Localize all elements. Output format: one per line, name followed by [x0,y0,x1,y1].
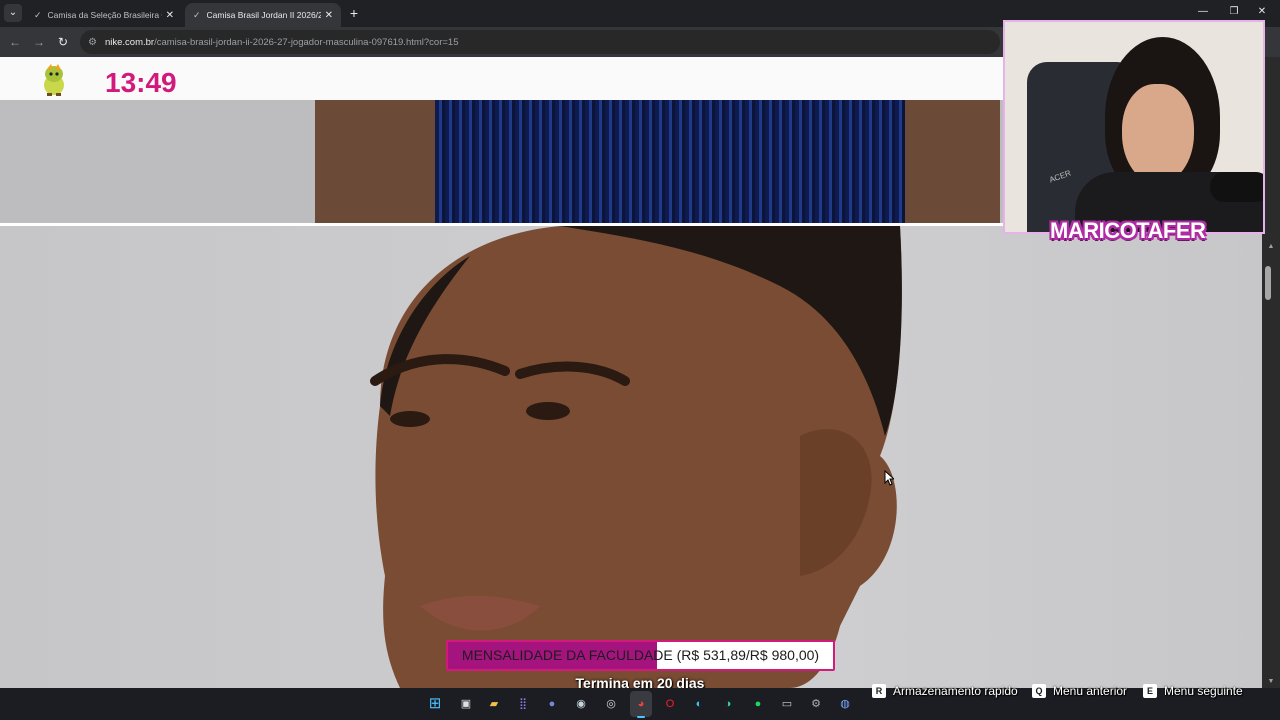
tab-2[interactable]: ✓ Camisa Brasil Jordan II 2026/27 ✕ [185,3,341,27]
apps-grid-icon[interactable]: ⣿ [513,694,533,714]
copilot-icon[interactable]: ◑ [718,694,738,714]
donation-goal-bar: MENSALIDADE DA FACULDADE (R$ 531,89/R$ 9… [446,640,835,671]
mascot-icon [44,64,64,96]
hotkey-label: Menu seguinte [1164,684,1243,698]
hotkey-label: Menu anterior [1053,684,1128,698]
task-view-icon[interactable]: ▣ [456,694,476,714]
tab-title: Camisa Brasil Jordan II 2026/27 [206,10,321,20]
settings-icon[interactable]: ⚙ [806,694,826,714]
new-tab-button[interactable]: + [346,5,362,21]
file-explorer-icon[interactable]: ▰ [484,694,504,714]
streamer-face [1122,84,1194,184]
hotkey-hint-prev-menu: Q Menu anterior [1032,684,1127,698]
key-q: Q [1032,684,1046,698]
scrollbar-thumb[interactable] [1265,266,1271,300]
tab-search-button[interactable]: ⌄ [4,4,22,22]
site-info-icon[interactable]: ⚙ [88,37,97,48]
tab-1[interactable]: ✓ Camisa da Seleção Brasileira Of ✕ [26,3,182,27]
reload-icon[interactable]: ↻ [56,35,70,49]
hotkey-hint-next-menu: E Menu seguinte [1143,684,1243,698]
streamer-name-logo: MARICOTAFER [1050,218,1206,243]
forward-icon[interactable]: → [32,35,46,49]
window-close-icon[interactable]: ✕ [1252,6,1272,17]
address-path: /camisa-brasil-jordan-ii-2026-27-jogador… [154,36,459,48]
address-bar[interactable]: ⚙ nike.com.br /camisa-brasil-jordan-ii-2… [80,30,1000,54]
nike-swoosh-icon: ✓ [193,9,201,20]
vpn-icon[interactable]: ◍ [835,694,855,714]
scroll-up-icon[interactable]: ▲ [1262,240,1280,254]
hotkey-label: Armazenamento rapido [893,684,1018,698]
active-app-indicator [637,716,645,718]
opera-icon[interactable]: O [660,694,680,714]
key-r: R [872,684,886,698]
minimize-icon[interactable]: — [1193,6,1213,17]
microphone [1210,172,1263,202]
restore-icon[interactable]: ❐ [1224,6,1244,17]
back-icon[interactable]: ← [8,35,22,49]
chrome-icon[interactable]: ◕ [631,694,651,714]
arm-left [315,100,440,223]
goal-label: MENSALIDADE DA FACULDADE (R$ 531,89/R$ 9… [461,647,820,663]
product-image-model[interactable] [0,226,1262,688]
tab-title: Camisa da Seleção Brasileira Of [47,10,162,20]
clock-display: 13:49 [105,67,177,98]
close-icon[interactable]: ✕ [325,10,333,21]
edge-icon[interactable]: ◐ [689,694,709,714]
spotify-icon[interactable]: ● [748,694,768,714]
steam-icon[interactable]: ◉ [571,694,591,714]
hotkey-hint-quicksave: R Armazenamento rapido [872,684,1018,698]
key-e: E [1143,684,1157,698]
address-domain: nike.com.br [104,36,155,48]
terminal-icon[interactable]: ▭ [777,694,797,714]
discord-icon[interactable]: ● [542,694,562,714]
arm-right [905,100,1000,223]
webcam-overlay: ACER [1003,20,1265,234]
scroll-down-icon[interactable]: ▼ [1262,676,1280,688]
nike-swoosh-icon: ✓ [34,9,42,20]
close-icon[interactable]: ✕ [166,10,174,21]
jersey-fabric [435,100,920,223]
mouse-cursor-icon [884,470,894,486]
model-portrait [370,226,902,688]
windows-start-icon[interactable]: ⊞ [425,694,445,714]
obs-icon[interactable]: ◎ [601,694,621,714]
